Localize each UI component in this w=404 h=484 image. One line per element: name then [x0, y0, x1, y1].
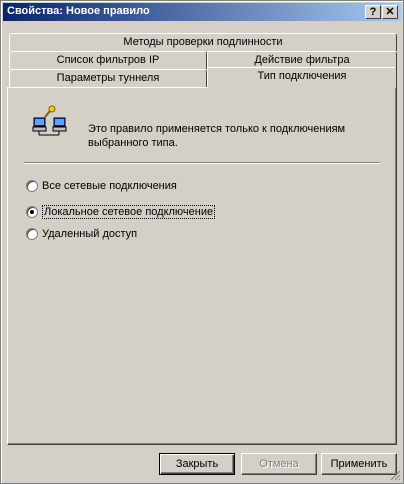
radio-dot	[30, 210, 34, 214]
tab-authentication-methods[interactable]: Методы проверки подлинности	[9, 33, 397, 51]
radio-all-network-connections[interactable]: Все сетевые подключения	[26, 178, 177, 194]
tab-connection-type[interactable]: Тип подключения	[207, 67, 397, 88]
radio-local-area-connection[interactable]: Локальное сетевое подключение	[26, 204, 216, 220]
properties-dialog: Свойства: Новое правило ? ✕ Методы прове…	[0, 0, 404, 484]
title-bar[interactable]: Свойства: Новое правило ? ✕	[3, 3, 401, 21]
radio-button-selected[interactable]	[26, 206, 38, 218]
radio-label: Все сетевые подключения	[42, 180, 177, 192]
window-title: Свойства: Новое правило	[7, 5, 150, 17]
resize-grip-icon[interactable]	[389, 469, 401, 481]
radio-remote-access[interactable]: Удаленный доступ	[26, 226, 137, 242]
help-button[interactable]: ?	[365, 5, 381, 19]
close-window-button[interactable]: ✕	[382, 5, 398, 19]
radio-label: Локальное сетевое подключение	[42, 205, 216, 219]
cancel-button[interactable]: Отмена	[241, 453, 317, 475]
tab-ip-filter-list[interactable]: Список фильтров IP	[9, 51, 207, 69]
connection-type-description: Это правило применяется только к подключ…	[88, 123, 346, 149]
separator	[24, 162, 380, 164]
apply-button[interactable]: Применить	[321, 453, 397, 475]
radio-label: Удаленный доступ	[42, 228, 138, 240]
tab-tunnel-settings[interactable]: Параметры туннеля	[9, 69, 207, 87]
radio-button[interactable]	[26, 180, 38, 192]
network-computers-key-icon	[32, 105, 67, 136]
close-button[interactable]: Закрыть	[159, 453, 235, 475]
tab-panel-connection-type: Это правило применяется только к подключ…	[7, 87, 397, 445]
radio-button[interactable]	[26, 228, 38, 240]
